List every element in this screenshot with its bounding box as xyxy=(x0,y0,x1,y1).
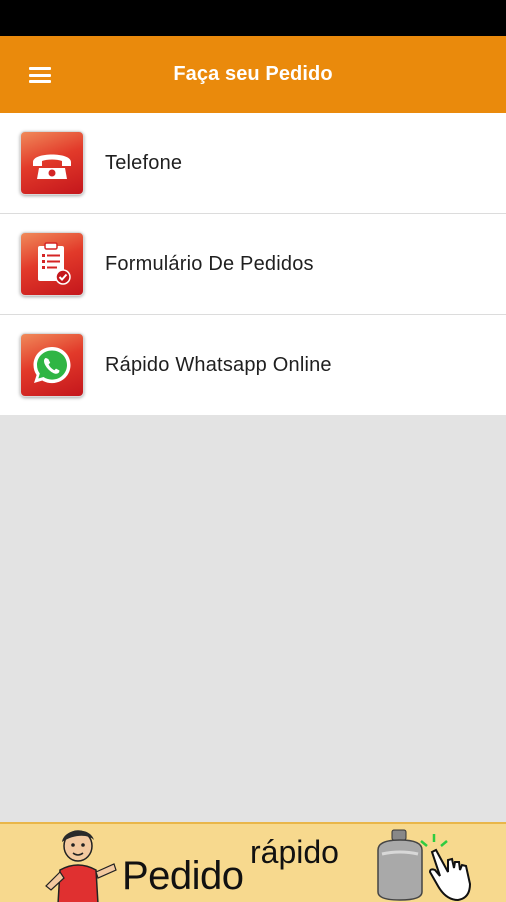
phone-icon xyxy=(20,131,84,195)
list-item-formulario[interactable]: Formulário De Pedidos xyxy=(0,214,506,315)
page-title: Faça seu Pedido xyxy=(173,63,333,85)
pointing-hand-icon xyxy=(420,834,472,902)
order-options-list: Telefone Formulário De Pedidos Rápido Wh… xyxy=(0,113,506,415)
list-item-whatsapp[interactable]: Rápido Whatsapp Online xyxy=(0,315,506,415)
list-item-label: Telefone xyxy=(105,151,183,174)
clipboard-icon xyxy=(20,232,84,296)
hamburger-menu-button[interactable] xyxy=(22,60,58,90)
app-bar: Faça seu Pedido xyxy=(0,36,506,113)
whatsapp-icon xyxy=(20,333,84,397)
banner-word-rapido: rápido xyxy=(250,834,339,870)
list-item-label: Formulário De Pedidos xyxy=(105,252,314,275)
banner-word-pedido: Pedido xyxy=(122,854,244,898)
mascot-illustration xyxy=(45,830,117,902)
list-item-label: Rápido Whatsapp Online xyxy=(105,353,332,376)
list-item-telefone[interactable]: Telefone xyxy=(0,113,506,214)
ad-banner[interactable]: Pedido rápido xyxy=(0,822,506,902)
hamburger-icon xyxy=(29,67,51,83)
status-bar xyxy=(0,0,506,36)
